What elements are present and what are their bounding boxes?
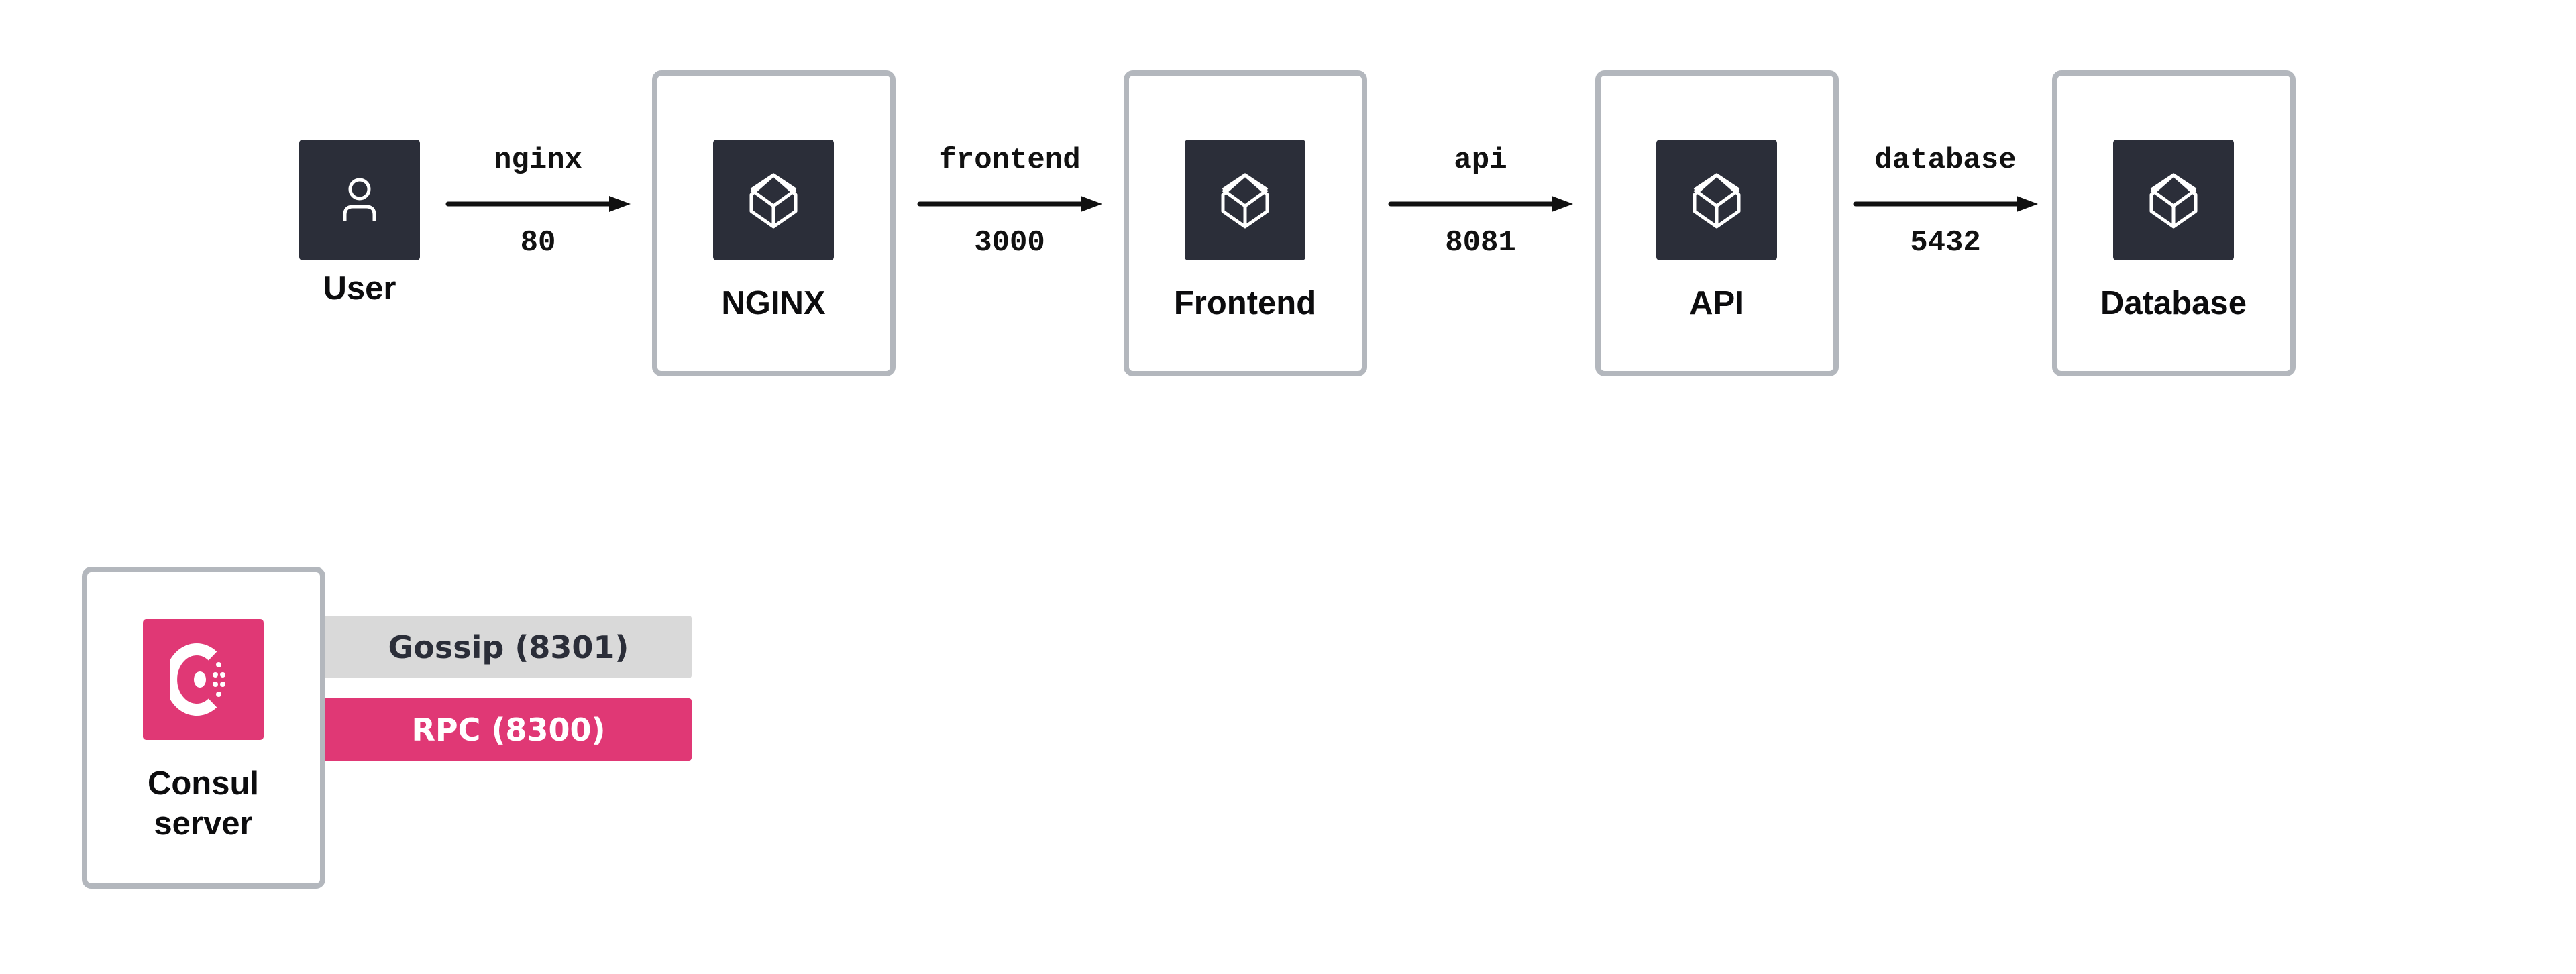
frontend-label: Frontend	[1173, 285, 1317, 321]
frontend-icon-box	[1185, 140, 1305, 260]
arrow-user-nginx	[445, 196, 631, 212]
edge-name-frontend: frontend	[938, 144, 1081, 177]
edge-port-8081: 8081	[1445, 226, 1516, 260]
cube-icon	[1693, 173, 1741, 229]
consul-label-line2: server	[154, 806, 253, 842]
cube-icon	[2149, 173, 2198, 229]
api-label: API	[1689, 285, 1744, 321]
arrow-api-database	[1853, 196, 2038, 212]
edge-port-80: 80	[520, 226, 556, 260]
database-label: Database	[2100, 285, 2247, 321]
arrow-frontend-api	[1388, 196, 1573, 212]
cube-icon	[749, 173, 798, 229]
database-icon-box	[2113, 140, 2234, 260]
consul-label-line1: Consul	[147, 765, 260, 802]
user-label: User	[323, 270, 396, 307]
user-icon	[343, 178, 376, 221]
edge-port-3000: 3000	[974, 226, 1045, 260]
gossip-port-bar: Gossip (8301)	[325, 616, 692, 678]
cube-icon	[1221, 173, 1269, 229]
edge-port-5432: 5432	[1910, 226, 1981, 260]
edge-name-database: database	[1874, 144, 2017, 177]
consul-logo-icon	[170, 643, 225, 716]
edge-name-api: api	[1454, 144, 1507, 177]
nginx-icon-box	[713, 140, 834, 260]
edge-name-nginx: nginx	[493, 144, 583, 177]
rpc-port-bar: RPC (8300)	[325, 698, 692, 761]
user-node-icon-box	[299, 140, 420, 260]
arrow-nginx-frontend	[917, 196, 1102, 212]
consul-icon-box	[143, 619, 264, 740]
nginx-label: NGINX	[721, 285, 826, 321]
api-icon-box	[1656, 140, 1777, 260]
